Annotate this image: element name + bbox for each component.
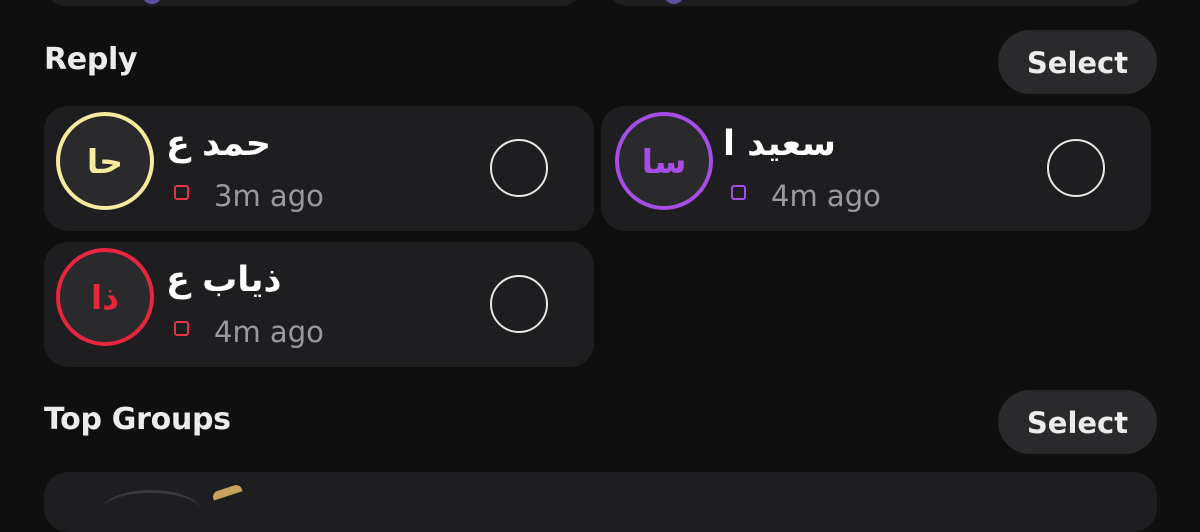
friend-name: سعيد ا bbox=[723, 124, 836, 164]
previous-card-avatar bbox=[664, 0, 684, 4]
reply-section-title: Reply bbox=[44, 42, 138, 77]
group-avatar bbox=[102, 490, 200, 530]
friend-name: حمد ع bbox=[166, 124, 271, 164]
previous-card-right[interactable] bbox=[606, 0, 1146, 6]
group-emoji-icon bbox=[211, 483, 243, 501]
select-radio[interactable] bbox=[490, 275, 548, 333]
avatar: ذا bbox=[56, 248, 154, 346]
select-radio[interactable] bbox=[1047, 139, 1105, 197]
previous-card-left[interactable] bbox=[44, 0, 584, 6]
previous-card-avatar bbox=[142, 0, 162, 4]
select-radio[interactable] bbox=[490, 139, 548, 197]
top-group-card[interactable] bbox=[44, 472, 1157, 532]
unread-chat-icon bbox=[731, 185, 746, 200]
avatar: سا bbox=[615, 112, 713, 210]
avatar-initials: ذا bbox=[90, 277, 120, 317]
top-groups-section-title: Top Groups bbox=[44, 402, 231, 437]
timestamp: 4m ago bbox=[771, 179, 881, 213]
reply-friend-card[interactable]: ذا ذياب ع 4m ago bbox=[44, 242, 594, 367]
timestamp: 4m ago bbox=[214, 315, 324, 349]
top-groups-select-button[interactable]: Select bbox=[998, 390, 1157, 454]
reply-friend-card[interactable]: سا سعيد ا 4m ago bbox=[601, 106, 1151, 231]
timestamp: 3m ago bbox=[214, 179, 324, 213]
friend-name: ذياب ع bbox=[166, 260, 282, 300]
unread-snap-icon bbox=[174, 321, 189, 336]
unread-snap-icon bbox=[174, 185, 189, 200]
reply-select-button[interactable]: Select bbox=[998, 30, 1157, 94]
avatar-initials: سا bbox=[641, 141, 687, 181]
reply-friend-card[interactable]: حا حمد ع 3m ago bbox=[44, 106, 594, 231]
avatar-initials: حا bbox=[86, 141, 124, 181]
avatar: حا bbox=[56, 112, 154, 210]
